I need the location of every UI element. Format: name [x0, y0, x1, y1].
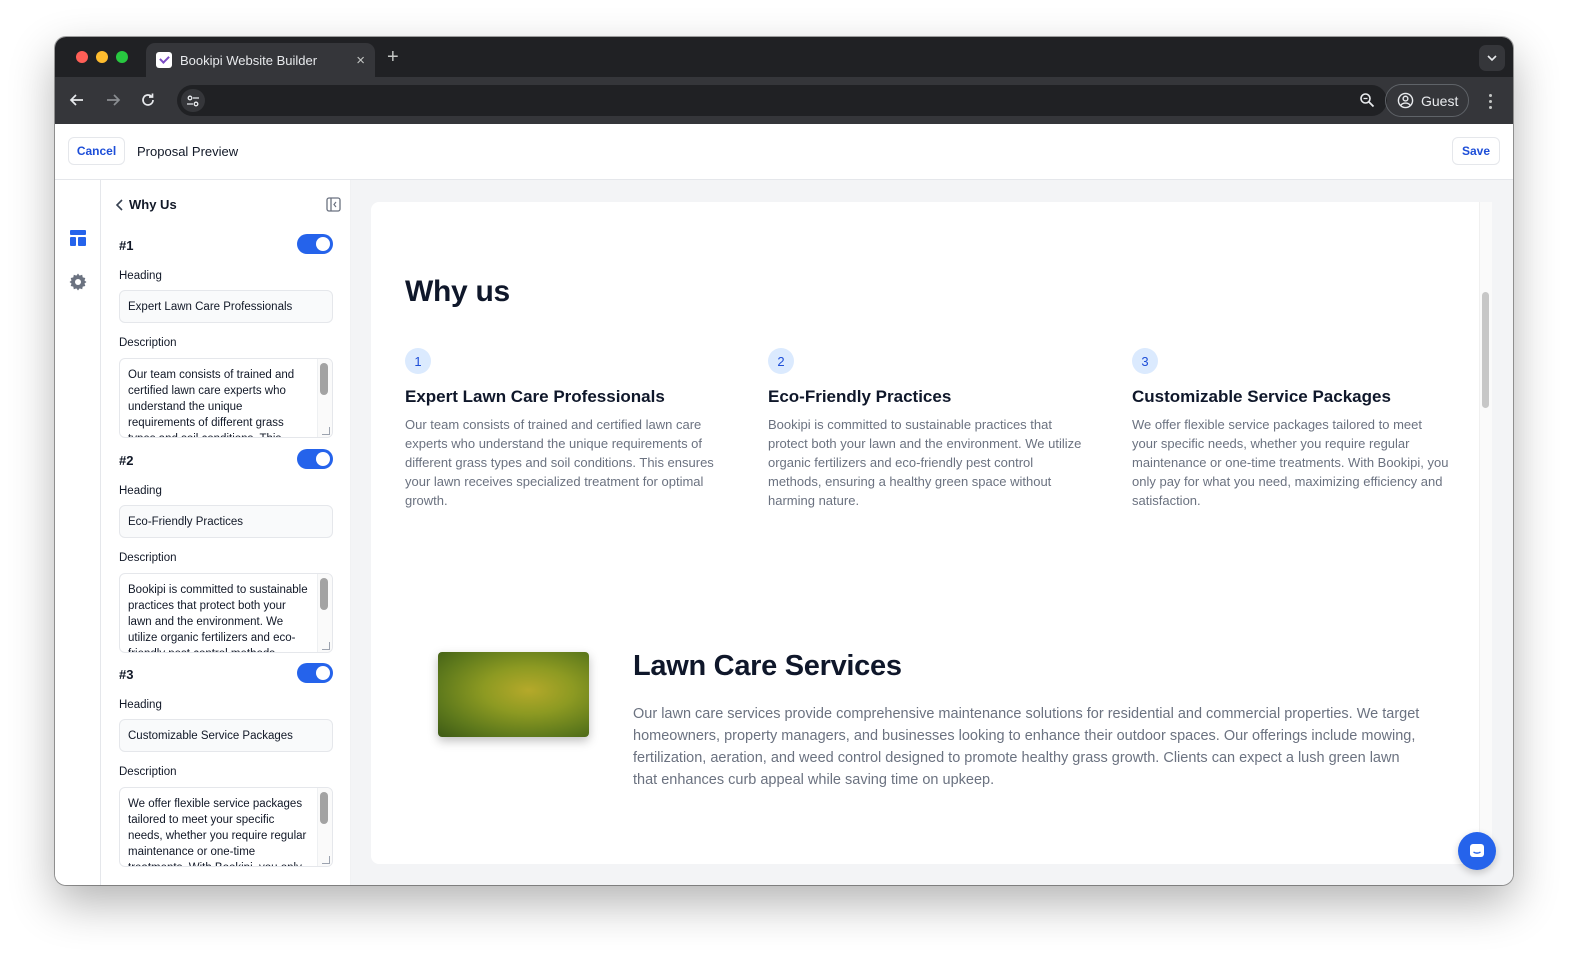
tab-strip: Bookipi Website Builder × + — [55, 37, 1513, 77]
tab-close-icon[interactable]: × — [356, 52, 365, 69]
number-badge: 3 — [1132, 348, 1158, 374]
column-text: Bookipi is committed to sustainable prac… — [768, 417, 1082, 508]
new-tab-button[interactable]: + — [387, 46, 399, 69]
account-circle-icon — [1397, 92, 1414, 109]
item-2-toggle[interactable] — [297, 449, 333, 469]
save-button[interactable]: Save — [1452, 137, 1500, 165]
minimize-window-button[interactable] — [96, 51, 108, 63]
tab-search-button[interactable] — [1479, 45, 1505, 71]
heading-label: Heading — [119, 270, 162, 282]
why-us-settings-panel: Why Us #1 Heading Expert Lawn Care Profe… — [101, 180, 351, 885]
browser-window: Bookipi Website Builder × + Guest Cancel… — [55, 37, 1513, 885]
icon-rail — [55, 180, 101, 885]
services-title: Lawn Care Services — [633, 650, 902, 682]
heading-label: Heading — [119, 699, 162, 711]
tune-icon — [187, 95, 199, 106]
textarea-scroll-thumb[interactable] — [320, 363, 328, 395]
number-badge: 1 — [405, 348, 431, 374]
services-text: Our lawn care services provide comprehen… — [633, 706, 1420, 788]
item-2-heading-input[interactable]: Eco-Friendly Practices — [119, 505, 333, 538]
chevron-down-icon — [1487, 55, 1497, 62]
address-bar[interactable] — [177, 85, 1387, 116]
collapse-panel-icon[interactable] — [326, 197, 341, 212]
item-3-toggle[interactable] — [297, 663, 333, 683]
textarea-scroll-thumb[interactable] — [320, 792, 328, 824]
item-3-heading-input[interactable]: Customizable Service Packages — [119, 719, 333, 752]
proposal-page: Why us 1 Expert Lawn Care Professionals … — [371, 202, 1492, 864]
item-2-description-textarea[interactable]: Bookipi is committed to sustainable prac… — [119, 573, 333, 653]
site-settings-button[interactable] — [181, 89, 205, 112]
browser-menu-icon[interactable] — [1480, 89, 1500, 113]
item-3-description-text: We offer flexible service packages tailo… — [128, 798, 307, 866]
resize-handle[interactable] — [322, 642, 330, 650]
resize-handle[interactable] — [322, 856, 330, 864]
browser-toolbar: Guest — [55, 77, 1513, 124]
item-number: #3 — [119, 667, 134, 682]
lawn-image — [438, 652, 589, 737]
preview-scroll-thumb[interactable] — [1482, 292, 1489, 408]
arrow-left-icon — [69, 94, 83, 106]
gear-icon[interactable] — [68, 272, 88, 292]
textarea-scroll-thumb[interactable] — [320, 578, 328, 610]
reload-icon — [142, 93, 154, 106]
item-number: #1 — [119, 238, 134, 253]
page-title: Proposal Preview — [137, 144, 239, 159]
column-heading: Customizable Service Packages — [1132, 387, 1391, 406]
close-window-button[interactable] — [76, 51, 88, 63]
resize-handle[interactable] — [322, 427, 330, 435]
maximize-window-button[interactable] — [116, 51, 128, 63]
cancel-button[interactable]: Cancel — [68, 137, 125, 165]
app-header: Cancel Proposal Preview Save — [55, 124, 1513, 180]
preview-canvas: Why us 1 Expert Lawn Care Professionals … — [351, 180, 1513, 885]
why-us-title: Why us — [405, 275, 510, 308]
panel-title: Why Us — [129, 197, 177, 212]
profile-button[interactable]: Guest — [1385, 84, 1469, 117]
column-text: We offer flexible service packages tailo… — [1132, 417, 1449, 508]
item-2-description-text: Bookipi is committed to sustainable prac… — [128, 584, 308, 652]
item-3-description-textarea[interactable]: We offer flexible service packages tailo… — [119, 787, 333, 867]
profile-label: Guest — [1421, 92, 1459, 109]
chat-icon — [1470, 844, 1484, 857]
column-heading: Expert Lawn Care Professionals — [405, 387, 665, 406]
layout-icon[interactable] — [68, 228, 88, 248]
column-text: Our team consists of trained and certifi… — [405, 417, 714, 508]
description-label: Description — [119, 552, 177, 564]
arrow-right-icon — [107, 94, 121, 106]
browser-tab[interactable]: Bookipi Website Builder × — [146, 43, 375, 77]
back-button[interactable] — [66, 89, 88, 111]
item-number: #2 — [119, 453, 134, 468]
zoom-icon[interactable] — [1359, 92, 1375, 108]
tab-title: Bookipi Website Builder — [180, 52, 318, 68]
bookipi-favicon-icon — [156, 52, 172, 68]
description-label: Description — [119, 337, 177, 349]
item-1-description-text: Our team consists of trained and certifi… — [128, 369, 295, 437]
item-1-description-textarea[interactable]: Our team consists of trained and certifi… — [119, 358, 333, 438]
item-1-heading-input[interactable]: Expert Lawn Care Professionals — [119, 290, 333, 323]
forward-button[interactable] — [102, 89, 124, 111]
heading-label: Heading — [119, 485, 162, 497]
reload-button[interactable] — [137, 89, 159, 111]
column-heading: Eco-Friendly Practices — [768, 387, 952, 406]
chat-support-button[interactable] — [1458, 832, 1496, 870]
item-1-toggle[interactable] — [297, 234, 333, 254]
description-label: Description — [119, 766, 177, 778]
panel-header: Why Us — [115, 196, 341, 214]
chevron-left-icon[interactable] — [115, 198, 125, 212]
number-badge: 2 — [768, 348, 794, 374]
